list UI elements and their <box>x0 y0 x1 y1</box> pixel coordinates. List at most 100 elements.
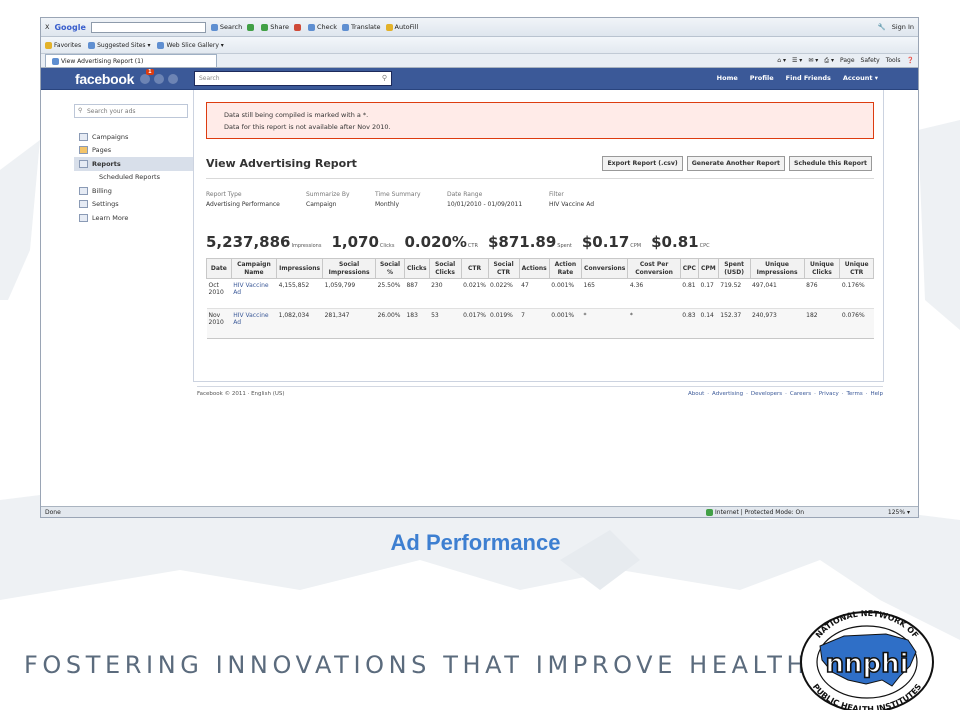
page-menu[interactable]: Page <box>840 57 855 65</box>
column-header[interactable]: Unique Impressions <box>749 258 805 279</box>
close-icon[interactable]: X <box>45 23 49 31</box>
meta-filter: Filter HIV Vaccine Ad <box>549 191 595 208</box>
sign-in-link[interactable]: Sign In <box>892 23 914 31</box>
column-header[interactable]: Cost Per Conversion <box>627 258 681 279</box>
footer-link[interactable]: Privacy <box>819 391 839 397</box>
divider <box>206 178 874 179</box>
separator: · <box>746 390 748 397</box>
campaign-link[interactable]: HIV Vaccine Ad <box>231 278 277 309</box>
zoom-control[interactable]: 125% ▾ <box>888 509 910 516</box>
nav-account[interactable]: Account ▾ <box>843 74 878 82</box>
facebook-logo[interactable]: facebook <box>75 71 134 87</box>
search-ads-input[interactable]: ⚲ Search your ads <box>74 104 188 118</box>
stat-impressions: 5,237,886 Impressions <box>206 233 322 251</box>
column-header[interactable]: Unique CTR <box>839 258 874 279</box>
table-cell: 152.37 <box>718 308 751 339</box>
search-icon[interactable]: ⚲ <box>382 74 387 82</box>
report-actions: Export Report (.csv) Generate Another Re… <box>602 156 872 171</box>
report-panel: Data still being compiled is marked with… <box>193 90 884 382</box>
footer-copyright[interactable]: Facebook © 2011 · English (US) <box>197 391 285 397</box>
column-header[interactable]: CPM <box>697 258 719 279</box>
status-text: Done <box>45 508 61 516</box>
footer-link[interactable]: Terms <box>847 391 863 397</box>
column-header[interactable]: Social Clicks <box>428 258 462 279</box>
column-header[interactable]: Action Rate <box>548 258 583 279</box>
table-cell: 0.019% <box>488 308 520 339</box>
meta-date-range: Date Range 10/01/2010 - 01/09/2011 <box>447 191 523 208</box>
campaign-link[interactable]: HIV Vaccine Ad <box>231 308 277 339</box>
column-header[interactable]: Social CTR <box>487 258 520 279</box>
browser-tab[interactable]: View Advertising Report (1) <box>45 54 217 67</box>
footer-link[interactable]: Careers <box>790 391 811 397</box>
favorites-button[interactable]: Favorites <box>45 41 81 49</box>
column-header[interactable]: Campaign Name <box>230 258 278 279</box>
safety-menu[interactable]: Safety <box>861 57 880 65</box>
home-icon[interactable]: ⌂ ▾ <box>777 57 786 65</box>
nav-find-friends[interactable]: Find Friends <box>786 74 831 82</box>
help-icon[interactable]: ❓ <box>907 57 914 65</box>
wrench-icon[interactable]: 🔧 <box>878 23 886 31</box>
generate-report-button[interactable]: Generate Another Report <box>686 156 785 171</box>
gear-icon[interactable] <box>294 23 302 31</box>
table-cell: 1,082,034 <box>276 308 323 339</box>
toolbar-search[interactable]: Search <box>210 23 242 31</box>
notifications-icon[interactable] <box>168 73 179 84</box>
print-icon[interactable]: ⎙ ▾ <box>824 57 834 65</box>
feeds-icon[interactable]: ☰ ▾ <box>792 57 802 65</box>
web-slice-gallery[interactable]: Web Slice Gallery ▾ <box>157 41 224 49</box>
column-header[interactable]: Actions <box>518 258 550 279</box>
toolbar-translate[interactable]: Translate <box>342 23 381 31</box>
column-header[interactable]: Social % <box>375 258 405 279</box>
column-header[interactable]: CPC <box>679 258 699 279</box>
schedule-report-button[interactable]: Schedule this Report <box>788 156 872 171</box>
autofill-icon <box>385 23 393 31</box>
suggested-sites[interactable]: Suggested Sites ▾ <box>88 41 150 49</box>
footer-link[interactable]: Help <box>870 391 883 397</box>
nav-home[interactable]: Home <box>717 74 738 82</box>
table-cell: 0.176% <box>839 278 874 309</box>
ie-icon <box>157 41 165 49</box>
security-zone[interactable]: Internet | Protected Mode: On <box>706 508 804 516</box>
export-report-button[interactable]: Export Report (.csv) <box>602 156 683 171</box>
toolbar-autofill[interactable]: AutoFill <box>385 23 418 31</box>
column-header[interactable]: Clicks <box>403 258 430 279</box>
table-cell: 719.52 <box>718 278 751 309</box>
tools-menu[interactable]: Tools <box>886 57 901 65</box>
bookmark-icon[interactable] <box>247 23 255 31</box>
column-header[interactable]: CTR <box>460 258 489 279</box>
footer-link[interactable]: About <box>688 391 704 397</box>
column-header[interactable]: Social Impressions <box>322 258 377 279</box>
google-toolbar: X Google Search Share Check Translate Au… <box>41 18 918 37</box>
toolbar-check[interactable]: Check <box>308 23 337 31</box>
stat-ctr: 0.020% CTR <box>404 233 478 251</box>
meta-summarize-by: Summarize By Campaign <box>306 191 350 208</box>
column-header[interactable]: Impressions <box>276 258 324 279</box>
megaphone-icon <box>79 213 88 222</box>
facebook-search-input[interactable]: Search ⚲ <box>194 71 392 86</box>
table-cell: * <box>627 308 681 339</box>
column-header[interactable]: Conversions <box>581 258 629 279</box>
tab-bar: View Advertising Report (1) ⌂ ▾ ☰ ▾ ✉ ▾ … <box>41 54 918 68</box>
column-header[interactable]: Spent (USD) <box>717 258 751 279</box>
meta-time-summary: Time Summary Monthly <box>375 191 421 208</box>
separator: · <box>865 390 868 397</box>
table-cell: 25.50% <box>375 278 405 309</box>
campaigns-icon <box>79 132 88 141</box>
google-search-input[interactable] <box>90 21 206 33</box>
mail-icon[interactable]: ✉ ▾ <box>808 57 818 65</box>
column-header[interactable]: Unique Clicks <box>803 258 841 279</box>
table-cell: 0.83 <box>680 308 699 339</box>
slide-tagline: FOSTERING INNOVATIONS THAT IMPROVE HEALT… <box>24 651 810 679</box>
notification-badge: 1 <box>146 68 154 75</box>
nav-profile[interactable]: Profile <box>750 74 774 82</box>
footer-link[interactable]: Advertising <box>712 391 743 397</box>
page-content: ⚲ Search your ads Campaigns Pages Report… <box>41 90 918 498</box>
messages-icon[interactable] <box>154 73 165 84</box>
friend-requests-icon[interactable] <box>140 73 151 84</box>
footer-link[interactable]: Developers <box>751 391 782 397</box>
table-cell: 182 <box>804 308 840 339</box>
toolbar-share[interactable]: Share <box>261 23 289 31</box>
table-header-row: Date Campaign Name Impressions Social Impre… <box>206 258 874 279</box>
table-cell: 0.81 <box>680 278 699 309</box>
column-header[interactable]: Date <box>206 258 232 279</box>
